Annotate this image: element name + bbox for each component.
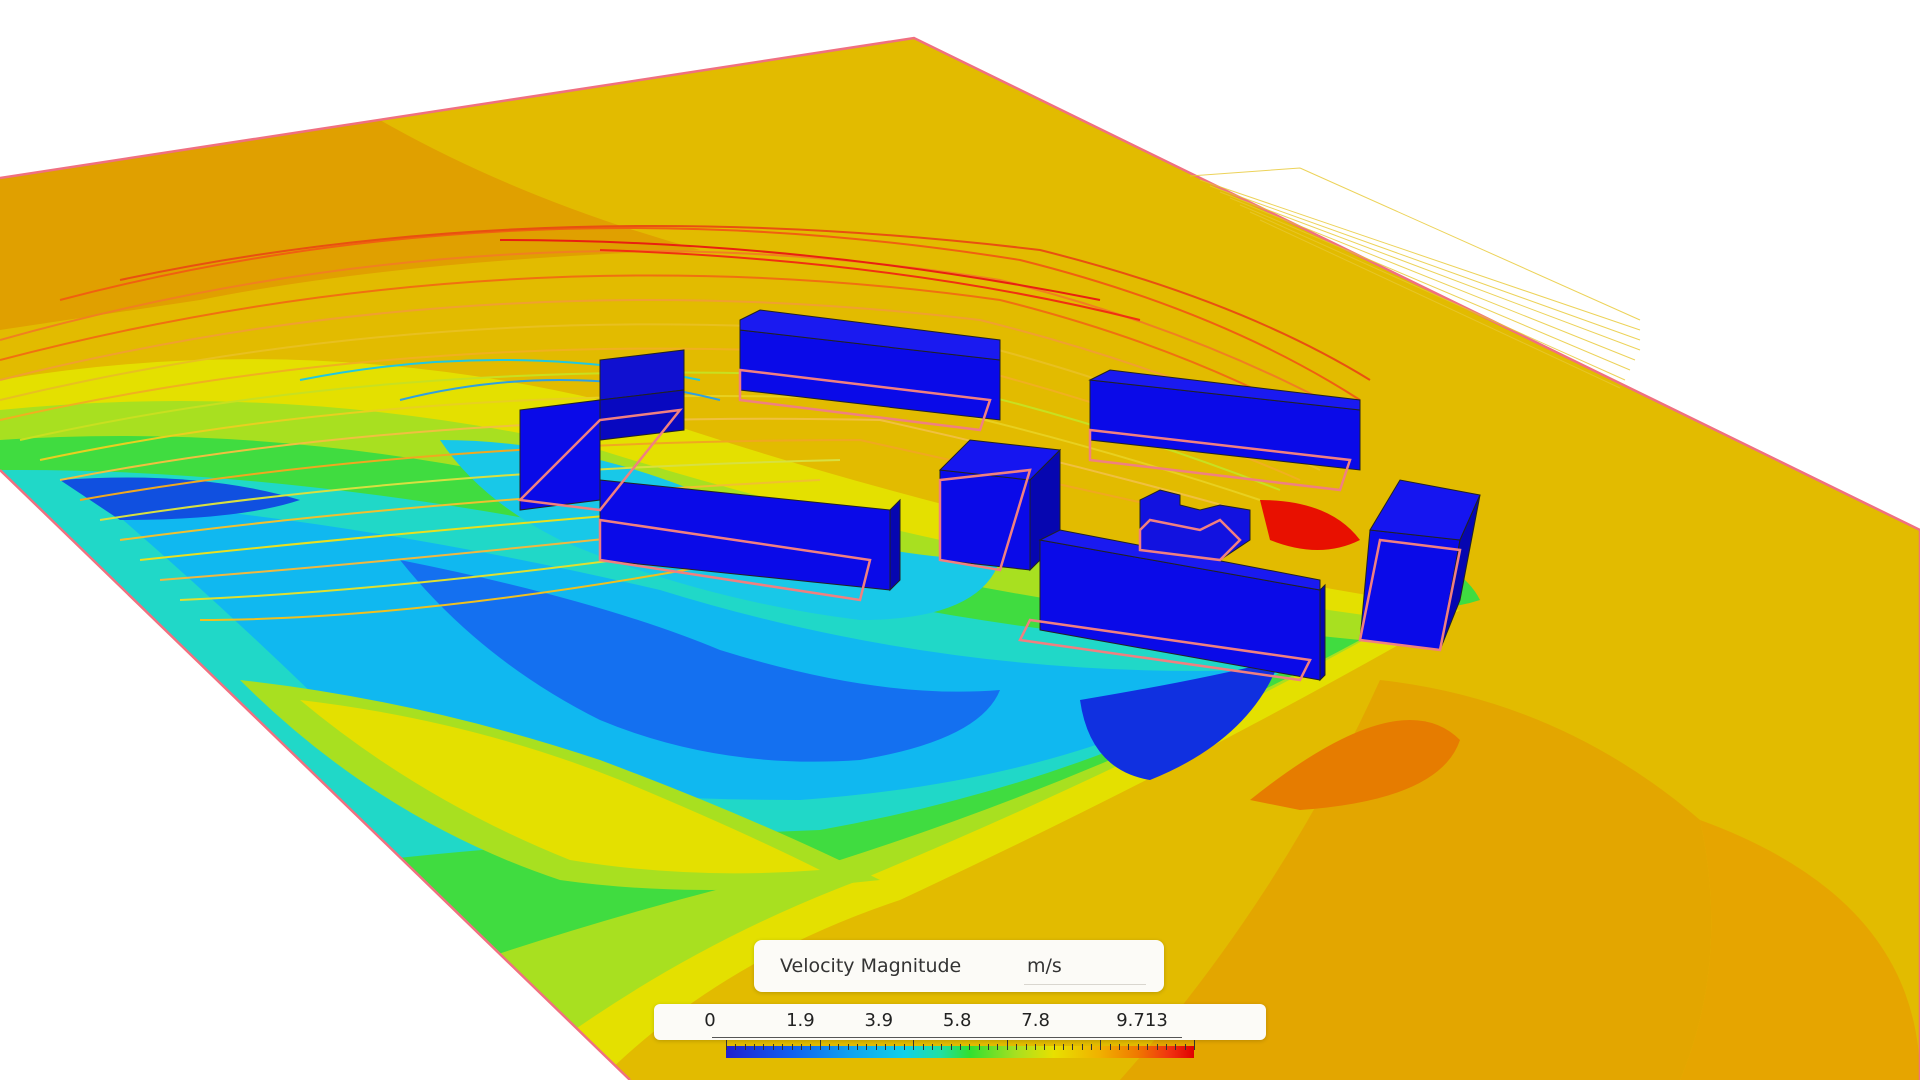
colorbar-tick xyxy=(1025,1044,1027,1050)
legend-unit-underline xyxy=(1024,984,1146,985)
colorbar-tick xyxy=(847,1044,849,1050)
colorbar-tick xyxy=(997,1044,999,1050)
colorbar-tick xyxy=(922,1044,924,1050)
colorbar-tick xyxy=(782,1044,784,1050)
colorbar-tick xyxy=(754,1044,756,1050)
colorbar-tick xyxy=(1072,1044,1074,1050)
legend-tick-label: 9.713 xyxy=(1116,1010,1168,1031)
colorbar-tick xyxy=(1053,1044,1055,1050)
colorbar-tick xyxy=(726,1040,727,1050)
colorbar-tick xyxy=(1109,1044,1111,1050)
colorbar-tick xyxy=(941,1044,943,1050)
legend-title-panel: Velocity Magnitude m/s xyxy=(754,940,1164,992)
colorbar-tick xyxy=(960,1044,961,1050)
colorbar-tick xyxy=(1081,1044,1083,1050)
colorbar-tick xyxy=(744,1044,746,1050)
colorbar-tick xyxy=(819,1040,821,1050)
colorbar-tick xyxy=(1062,1044,1064,1050)
legend-tick-label: 7.8 xyxy=(1021,1010,1050,1031)
colorbar-tick xyxy=(903,1044,905,1050)
colorbar-tick xyxy=(1100,1040,1102,1050)
colorbar-tick xyxy=(875,1044,877,1050)
colorbar-tick xyxy=(969,1044,971,1050)
colorbar-tick xyxy=(828,1044,830,1050)
colorbar-tick xyxy=(885,1044,887,1050)
colorbar-tick xyxy=(857,1044,859,1050)
colorbar-tick xyxy=(988,1044,990,1050)
colorbar-tick xyxy=(1006,1040,1008,1050)
colorbar-tick xyxy=(931,1044,933,1050)
legend-tick-labels: 0 1.9 3.9 5.8 7.8 9.713 xyxy=(654,1004,1266,1040)
legend-scale-panel: 0 1.9 3.9 5.8 7.8 9.713 xyxy=(654,1004,1266,1040)
colorbar-tick xyxy=(1165,1044,1167,1050)
colorbar-tick xyxy=(913,1040,915,1050)
colorbar-tick xyxy=(838,1044,840,1050)
legend-tick-label: 1.9 xyxy=(786,1010,815,1031)
legend-axis xyxy=(712,1037,1182,1038)
colorbar-tick xyxy=(772,1044,774,1050)
colorbar-tick xyxy=(1156,1044,1158,1050)
colorbar-tick xyxy=(1034,1044,1036,1050)
colorbar-tick xyxy=(894,1044,896,1050)
colorbar-tick xyxy=(978,1044,980,1050)
colorbar-tick xyxy=(763,1044,765,1050)
colorbar-tick xyxy=(1016,1044,1018,1050)
legend-tick-label: 0 xyxy=(704,1010,716,1031)
colorbar-tick xyxy=(1175,1044,1177,1050)
legend-unit: m/s xyxy=(1027,955,1062,977)
colorbar-tick xyxy=(950,1044,952,1050)
colorbar xyxy=(726,1040,1195,1058)
colorbar-tick xyxy=(1184,1044,1186,1050)
colorbar-tick xyxy=(800,1044,802,1050)
legend-tick-label: 5.8 xyxy=(942,1010,972,1031)
legend-tick-label: 3.9 xyxy=(864,1010,894,1031)
colorbar-tick xyxy=(1119,1044,1121,1050)
colorbar-tick xyxy=(1091,1044,1093,1050)
colorbar-tick xyxy=(1044,1044,1046,1050)
colorbar-tick xyxy=(735,1044,737,1050)
colorbar-tick xyxy=(1137,1044,1139,1050)
colorbar-tick xyxy=(866,1044,868,1050)
legend-title: Velocity Magnitude xyxy=(780,955,962,977)
colorbar-tick xyxy=(1147,1044,1149,1050)
cfd-viewport[interactable] xyxy=(0,0,1920,1080)
colorbar-tick xyxy=(1194,1040,1195,1050)
colorbar-tick xyxy=(1128,1044,1130,1050)
colorbar-tick xyxy=(791,1044,793,1050)
colorbar-tick xyxy=(810,1044,812,1050)
